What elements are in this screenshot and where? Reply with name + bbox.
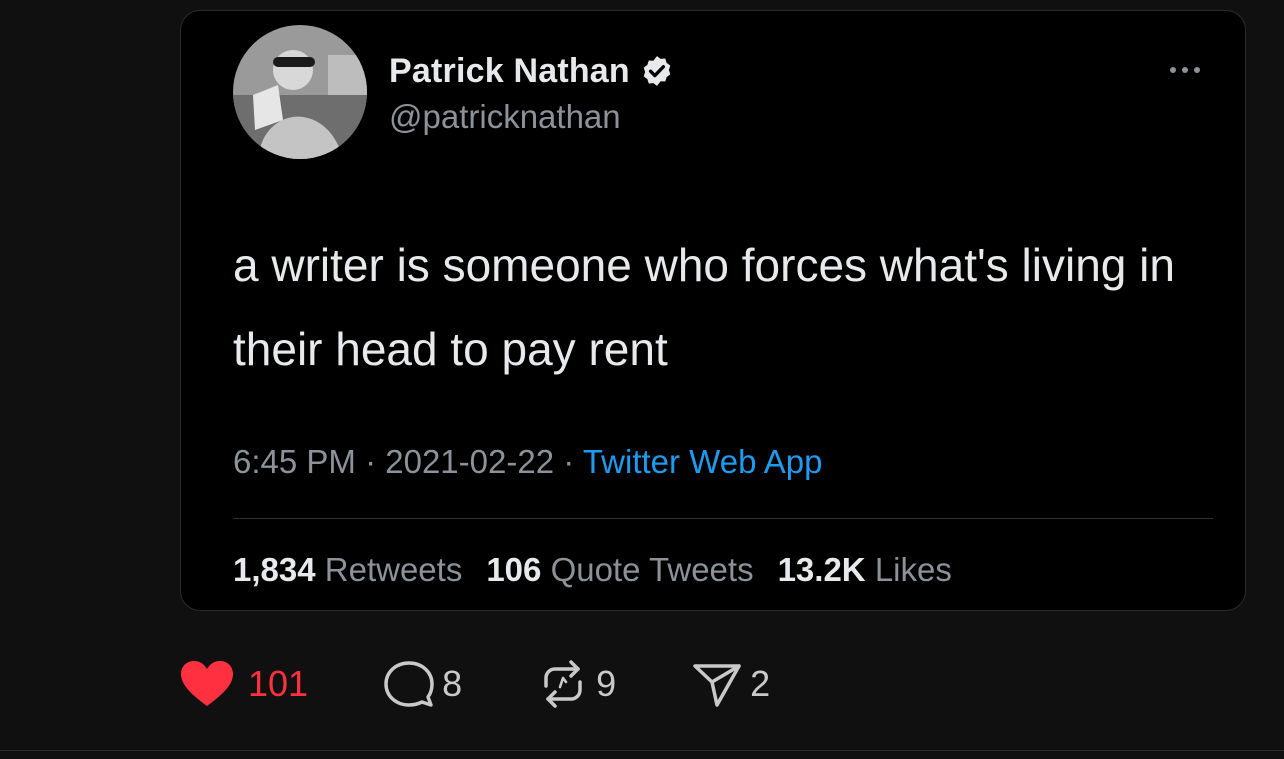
retweets-label: Retweets (324, 551, 463, 588)
repost-button[interactable]: 9 (538, 660, 616, 708)
tweet-stats: 1,834 Retweets 106 Quote Tweets 13.2K Li… (233, 551, 952, 589)
comment-icon (384, 661, 434, 707)
retweets-stat[interactable]: 1,834 Retweets (233, 551, 462, 589)
repost-icon (544, 660, 582, 708)
share-icon (693, 664, 741, 707)
share-count: 2 (750, 663, 771, 704)
comment-count: 8 (442, 663, 463, 704)
author-name[interactable]: Patrick Nathan (389, 52, 630, 91)
tweet-text: a writer is someone who forces what's li… (233, 239, 1175, 375)
author-handle[interactable]: @patricknathan (389, 98, 621, 136)
heart-icon (181, 661, 233, 706)
meta-separator: · (563, 443, 575, 480)
repost-count: 9 (596, 663, 617, 704)
meta-separator: · (365, 443, 377, 480)
quote-tweets-label: Quote Tweets (550, 551, 754, 588)
avatar[interactable] (233, 25, 367, 159)
post-page: Patrick Nathan @patricknathan a writer i… (0, 0, 1284, 759)
retweets-count: 1,834 (233, 551, 316, 588)
tweet-time[interactable]: 6:45 PM (233, 443, 356, 480)
embedded-tweet-card[interactable]: Patrick Nathan @patricknathan a writer i… (180, 10, 1246, 611)
quote-tweets-count: 106 (486, 551, 542, 588)
post-actions: 101 8 9 2 (180, 656, 846, 712)
likes-count: 13.2K (777, 551, 866, 588)
share-button[interactable]: 2 (692, 660, 770, 708)
like-button[interactable]: 101 (180, 660, 308, 708)
divider (0, 750, 1284, 751)
tweet-source-link[interactable]: Twitter Web App (583, 443, 823, 480)
avatar-photo (233, 25, 367, 159)
tweet-date[interactable]: 2021-02-22 (385, 443, 554, 480)
divider (233, 518, 1213, 519)
tweet-meta: 6:45 PM · 2021-02-22 · Twitter Web App (233, 443, 822, 481)
comment-button[interactable]: 8 (384, 660, 462, 708)
author-name-row: Patrick Nathan (389, 51, 674, 91)
likes-stat[interactable]: 13.2K Likes (778, 551, 952, 589)
more-options-icon[interactable] (1165, 63, 1205, 77)
quote-tweets-stat[interactable]: 106 Quote Tweets (486, 551, 753, 589)
like-count: 101 (248, 663, 309, 704)
likes-label: Likes (874, 551, 952, 588)
verified-badge-icon (643, 56, 671, 86)
